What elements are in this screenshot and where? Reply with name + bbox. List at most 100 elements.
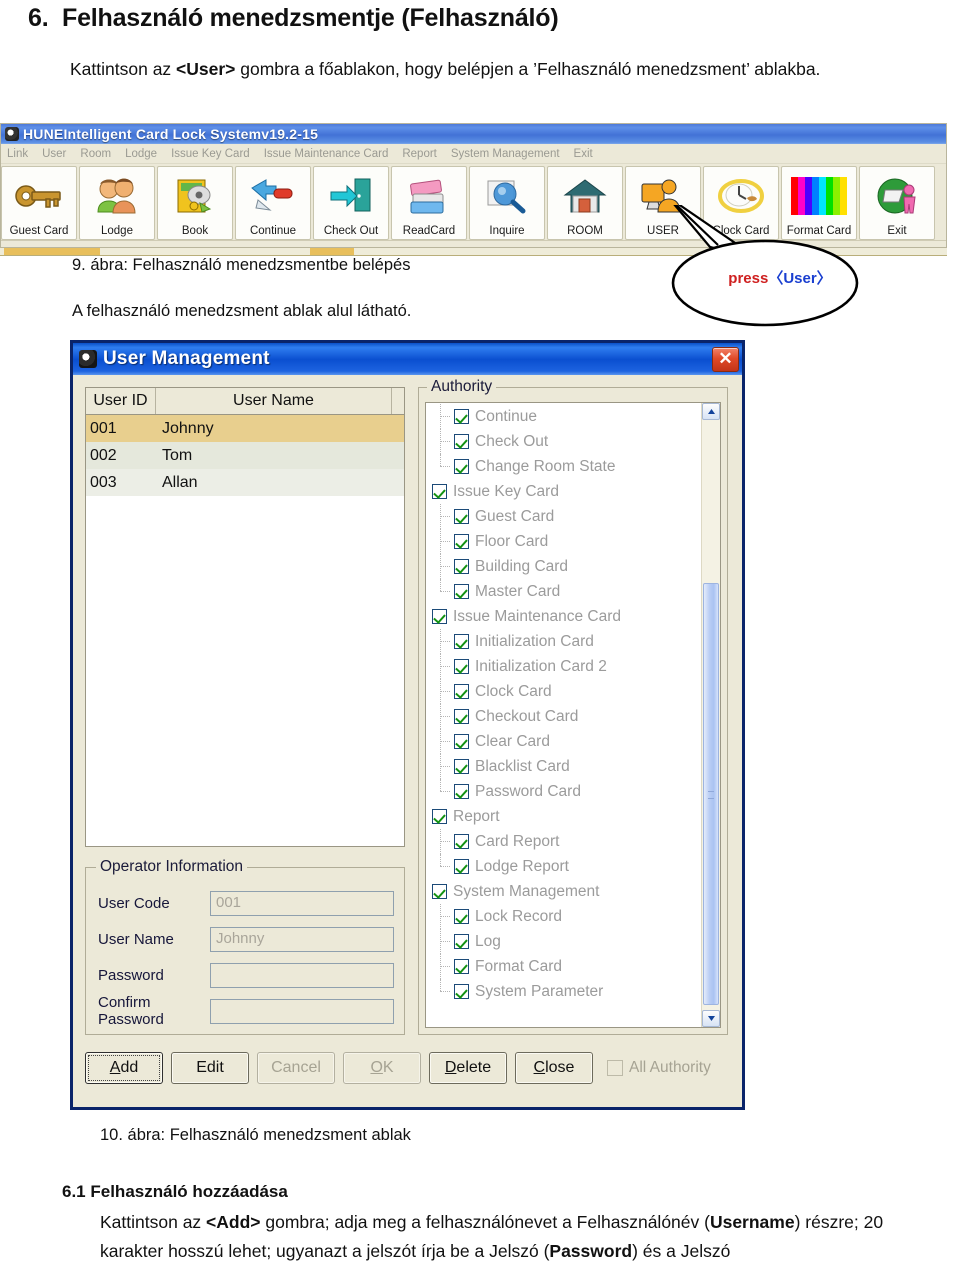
toolbar-button-continue[interactable]: Continue — [235, 166, 311, 240]
toolbar-button-clock-card[interactable]: Clock Card — [703, 166, 779, 240]
table-row[interactable]: 002 Tom — [86, 442, 404, 469]
menu-item-user[interactable]: User — [42, 148, 66, 160]
toolbar-button-inquire[interactable]: Inquire — [469, 166, 545, 240]
authority-item[interactable]: Log — [426, 929, 702, 954]
menu-item-issue-key-card[interactable]: Issue Key Card — [171, 148, 250, 160]
authority-item[interactable]: Clear Card — [426, 729, 702, 754]
authority-item-label: Format Card — [475, 957, 562, 975]
scrollbar-thumb[interactable] — [703, 583, 719, 1005]
toolbar-label-inquire: Inquire — [489, 225, 525, 237]
edit-button[interactable]: Edit — [171, 1052, 249, 1084]
checkbox-icon[interactable] — [454, 709, 469, 724]
toolbar-button-check-out[interactable]: Check Out — [313, 166, 389, 240]
column-header-user-name[interactable]: User Name — [156, 388, 392, 414]
password-input[interactable] — [210, 962, 394, 988]
all-authority-box[interactable] — [607, 1060, 623, 1076]
toolbar-button-guest-card[interactable]: Guest Card — [1, 166, 77, 240]
checkbox-icon[interactable] — [454, 634, 469, 649]
delete-button[interactable]: Delete — [429, 1052, 507, 1084]
toolbar-button-exit[interactable]: Exit — [859, 166, 935, 240]
checkbox-icon[interactable] — [432, 809, 447, 824]
checkbox-icon[interactable] — [454, 859, 469, 874]
checkbox-icon[interactable] — [454, 659, 469, 674]
authority-item[interactable]: System Management — [426, 879, 702, 904]
authority-item[interactable]: Card Report — [426, 829, 702, 854]
user-code-input[interactable]: 001 — [210, 890, 394, 916]
authority-scrollbar[interactable] — [701, 403, 720, 1027]
all-authority-checkbox[interactable]: All Authority — [607, 1059, 711, 1077]
checkbox-icon[interactable] — [454, 909, 469, 924]
checkbox-icon[interactable] — [454, 784, 469, 799]
authority-item[interactable]: Password Card — [426, 779, 702, 804]
checkbox-icon[interactable] — [454, 984, 469, 999]
column-header-user-id[interactable]: User ID — [86, 388, 156, 414]
authority-item[interactable]: Clock Card — [426, 679, 702, 704]
toolbar-button-book[interactable]: Book — [157, 166, 233, 240]
app-logo-icon — [79, 350, 97, 368]
menu-item-link[interactable]: Link — [7, 148, 28, 160]
checkbox-icon[interactable] — [454, 934, 469, 949]
authority-item[interactable]: Issue Maintenance Card — [426, 604, 702, 629]
user-name-input[interactable]: Johnny — [210, 926, 394, 952]
confirm-password-input[interactable] — [210, 998, 394, 1024]
add-button[interactable]: Add — [85, 1052, 163, 1084]
authority-item[interactable]: System Parameter — [426, 979, 702, 1004]
authority-item[interactable]: Floor Card — [426, 529, 702, 554]
checkbox-icon[interactable] — [454, 409, 469, 424]
authority-item[interactable]: Master Card — [426, 579, 702, 604]
toolbar-button-format-card[interactable]: Format Card — [781, 166, 857, 240]
authority-item[interactable]: Continue — [426, 404, 702, 429]
checkbox-icon[interactable] — [454, 534, 469, 549]
toolbar-button-readcard[interactable]: ReadCard — [391, 166, 467, 240]
authority-item[interactable]: Checkout Card — [426, 704, 702, 729]
menu-item-system-management[interactable]: System Management — [451, 148, 560, 160]
checkbox-icon[interactable] — [454, 584, 469, 599]
checkbox-icon[interactable] — [454, 459, 469, 474]
checkbox-icon[interactable] — [454, 959, 469, 974]
checkbox-icon[interactable] — [454, 834, 469, 849]
authority-item[interactable]: Lodge Report — [426, 854, 702, 879]
authority-item[interactable]: Change Room State — [426, 454, 702, 479]
user-list[interactable]: User ID User Name 001 Johnny 002 Tom 003… — [85, 387, 405, 847]
checkbox-icon[interactable] — [454, 509, 469, 524]
checkbox-icon[interactable] — [454, 559, 469, 574]
authority-item[interactable]: Check Out — [426, 429, 702, 454]
chevron-down-icon[interactable] — [702, 1010, 720, 1027]
checkbox-icon[interactable] — [454, 734, 469, 749]
menu-item-lodge[interactable]: Lodge — [125, 148, 157, 160]
chevron-up-icon[interactable] — [702, 403, 720, 420]
intro-text-part2: gombra a főablakon, hogy belépjen a ’Fel… — [235, 59, 821, 79]
checkbox-icon[interactable] — [454, 759, 469, 774]
table-row[interactable]: 003 Allan — [86, 469, 404, 496]
checkbox-icon[interactable] — [454, 684, 469, 699]
authority-item[interactable]: Guest Card — [426, 504, 702, 529]
table-row[interactable]: 001 Johnny — [86, 415, 404, 442]
authority-tree[interactable]: Continue Check Out Change Room State Issue … — [425, 402, 721, 1028]
authority-tree-items: Continue Check Out Change Room State Issue … — [426, 403, 702, 1027]
cell-user-name: Johnny — [162, 419, 214, 437]
authority-item[interactable]: Building Card — [426, 554, 702, 579]
toolbar-button-user[interactable]: USER — [625, 166, 701, 240]
close-button[interactable]: Close — [515, 1052, 593, 1084]
menu-item-report[interactable]: Report — [402, 148, 437, 160]
toolbar-button-room[interactable]: ROOM — [547, 166, 623, 240]
menu-item-exit[interactable]: Exit — [574, 148, 593, 160]
menu-item-issue-maintenance-card[interactable]: Issue Maintenance Card — [264, 148, 389, 160]
close-icon[interactable]: ✕ — [712, 346, 739, 372]
authority-item[interactable]: Issue Key Card — [426, 479, 702, 504]
authority-item[interactable]: Blacklist Card — [426, 754, 702, 779]
authority-item[interactable]: Format Card — [426, 954, 702, 979]
toolbar-button-lodge[interactable]: Lodge — [79, 166, 155, 240]
checkbox-icon[interactable] — [432, 609, 447, 624]
app-menu-bar[interactable]: Link User Room Lodge Issue Key Card Issu… — [1, 144, 946, 164]
authority-item[interactable]: Initialization Card — [426, 629, 702, 654]
checkbox-icon[interactable] — [432, 884, 447, 899]
menu-item-room[interactable]: Room — [80, 148, 111, 160]
authority-item[interactable]: Initialization Card 2 — [426, 654, 702, 679]
toolbar-label-room: ROOM — [567, 225, 603, 237]
checkbox-icon[interactable] — [432, 484, 447, 499]
authority-item[interactable]: Report — [426, 804, 702, 829]
toolbar-label-readcard: ReadCard — [402, 225, 456, 237]
checkbox-icon[interactable] — [454, 434, 469, 449]
authority-item[interactable]: Lock Record — [426, 904, 702, 929]
